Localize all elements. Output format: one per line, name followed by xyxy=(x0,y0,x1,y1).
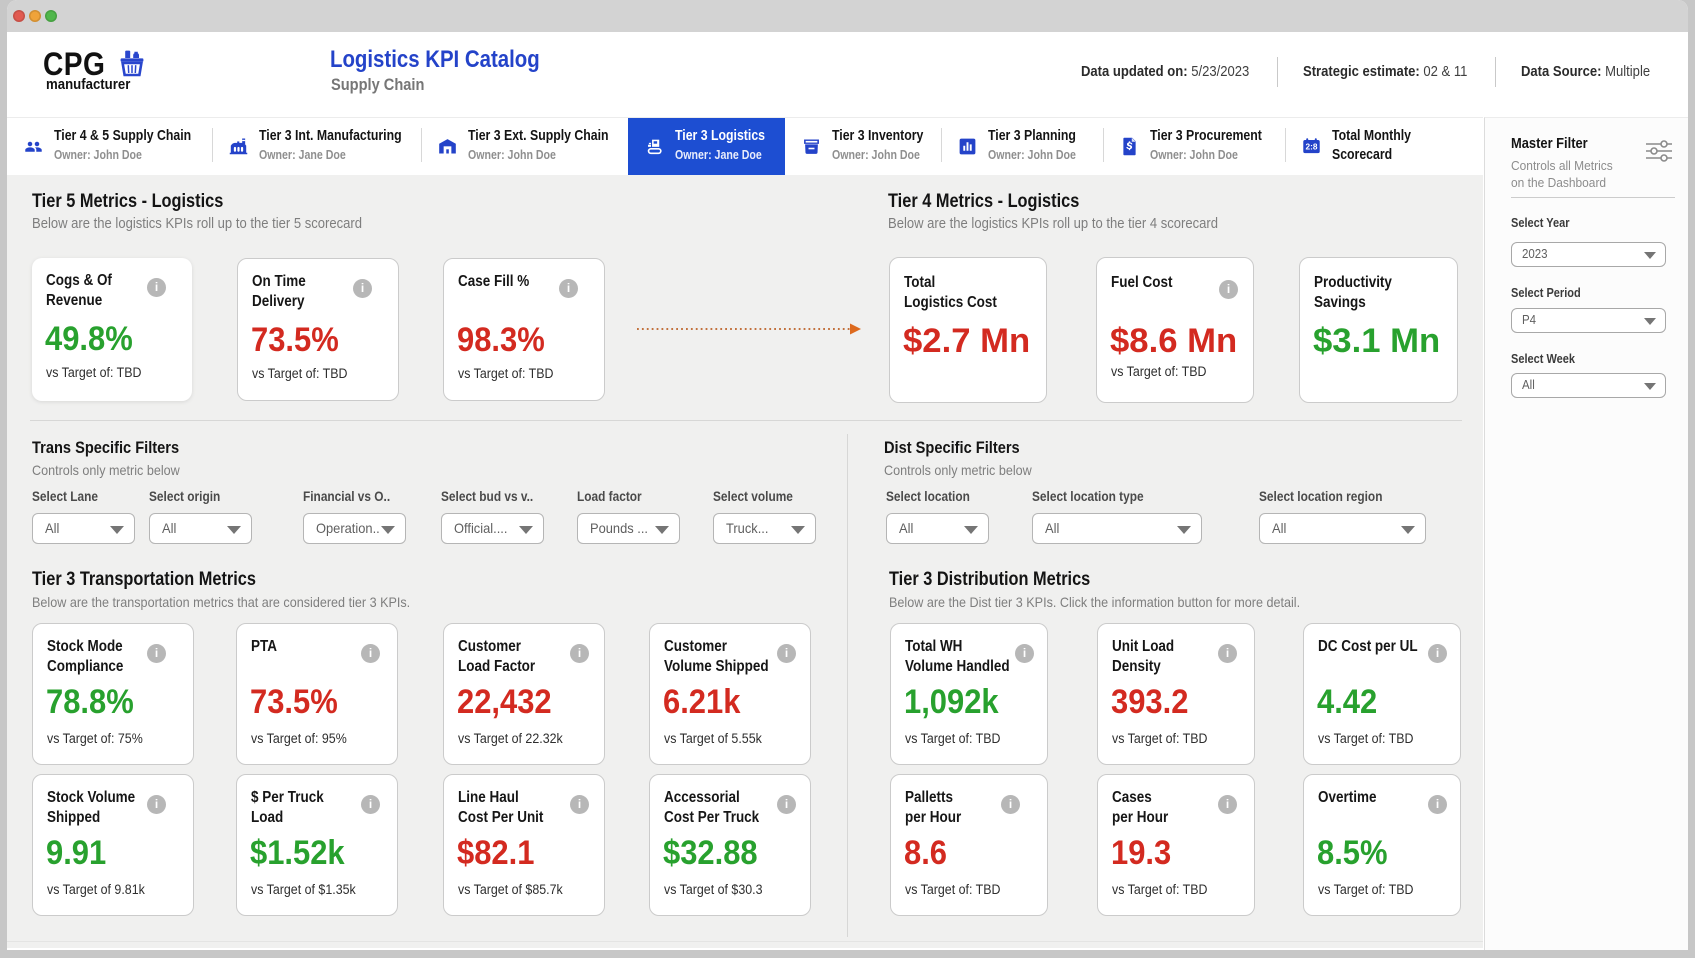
svg-text:2:8: 2:8 xyxy=(1306,142,1318,152)
